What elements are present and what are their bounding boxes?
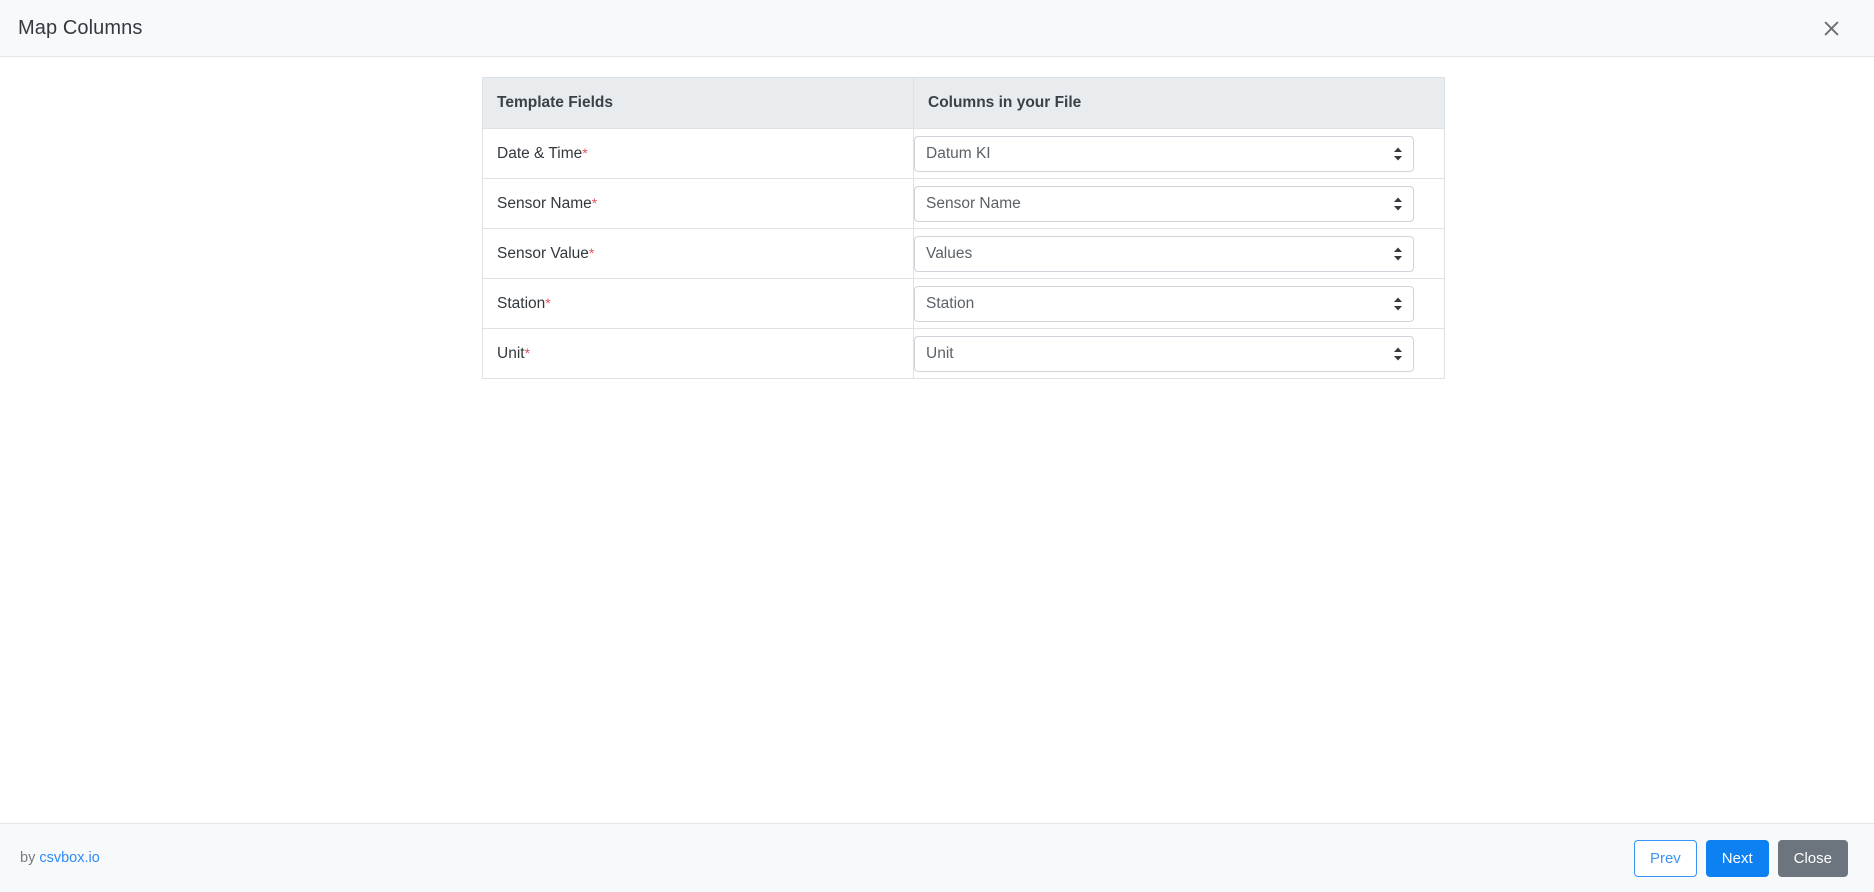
close-button[interactable]: Close — [1777, 839, 1848, 877]
close-icon[interactable] — [1818, 15, 1844, 41]
file-column-cell: Sensor Name — [913, 178, 1445, 229]
template-field-name: Sensor Value — [497, 245, 589, 262]
required-asterisk: * — [588, 245, 595, 261]
template-field-label: Sensor Value* — [483, 229, 913, 278]
template-field-name: Sensor Name — [497, 195, 592, 212]
required-asterisk: * — [582, 145, 588, 161]
file-column-select[interactable]: Unit — [914, 335, 1414, 372]
template-field-label: Station* — [483, 279, 913, 328]
modal-body: Template Fields Columns in your File Dat… — [0, 57, 1874, 823]
credit-prefix: by — [20, 850, 40, 866]
template-field-cell: Unit* — [482, 328, 914, 379]
template-field-name: Date & Time — [497, 145, 583, 162]
required-asterisk: * — [524, 345, 531, 361]
table-body: Date & Time* Datum KI Sensor Name* Senso… — [482, 128, 1445, 379]
next-button[interactable]: Next — [1705, 839, 1769, 877]
column-header-template-fields: Template Fields — [482, 77, 914, 129]
template-field-cell: Date & Time* — [482, 128, 914, 179]
file-column-selected-value: Sensor Name — [926, 194, 1021, 212]
file-column-select-wrapper: Datum KI — [914, 135, 1414, 172]
table-row: Station* Station — [482, 278, 1445, 329]
template-field-label: Unit* — [483, 329, 913, 378]
file-column-cell: Datum KI — [913, 128, 1445, 179]
table-row: Sensor Name* Sensor Name — [482, 178, 1445, 229]
file-column-selected-value: Station — [926, 294, 975, 312]
column-header-file-columns: Columns in your File — [913, 77, 1445, 129]
column-mapping-table: Template Fields Columns in your File Dat… — [482, 77, 1445, 379]
table-head: Template Fields Columns in your File — [482, 77, 1445, 129]
file-column-select-wrapper: Sensor Name — [914, 185, 1414, 222]
template-field-name: Unit — [497, 345, 525, 362]
file-column-cell: Unit — [913, 328, 1445, 379]
required-asterisk: * — [591, 195, 598, 211]
file-column-selected-value: Values — [926, 244, 973, 262]
template-field-name: Station — [497, 295, 546, 312]
file-column-select[interactable]: Values — [914, 235, 1414, 272]
file-column-select[interactable]: Datum KI — [914, 135, 1414, 172]
table-row: Unit* Unit — [482, 328, 1445, 379]
credit-text: by csvbox.io — [20, 850, 100, 866]
csvbox-link[interactable]: csvbox.io — [39, 850, 99, 866]
file-column-select[interactable]: Station — [914, 285, 1414, 322]
template-field-cell: Station* — [482, 278, 914, 329]
required-asterisk: * — [545, 295, 551, 311]
table-row: Date & Time* Datum KI — [482, 128, 1445, 179]
file-column-select-wrapper: Values — [914, 235, 1414, 272]
prev-button[interactable]: Prev — [1633, 839, 1697, 877]
file-column-cell: Station — [913, 278, 1445, 329]
template-field-cell: Sensor Value* — [482, 228, 914, 279]
template-field-label: Date & Time* — [483, 129, 913, 178]
modal-footer: by csvbox.io Prev Next Close — [0, 823, 1874, 892]
file-column-selected-value: Unit — [926, 344, 954, 362]
file-column-select[interactable]: Sensor Name — [914, 185, 1414, 222]
table-row: Sensor Value* Values — [482, 228, 1445, 279]
template-field-label: Sensor Name* — [483, 179, 913, 228]
modal-header: Map Columns — [0, 0, 1874, 57]
file-column-select-wrapper: Unit — [914, 335, 1414, 372]
template-field-cell: Sensor Name* — [482, 178, 914, 229]
file-column-selected-value: Datum KI — [926, 144, 991, 162]
file-column-select-wrapper: Station — [914, 285, 1414, 322]
table-header-row: Template Fields Columns in your File — [482, 77, 1445, 129]
page-title: Map Columns — [18, 17, 143, 39]
file-column-cell: Values — [913, 228, 1445, 279]
